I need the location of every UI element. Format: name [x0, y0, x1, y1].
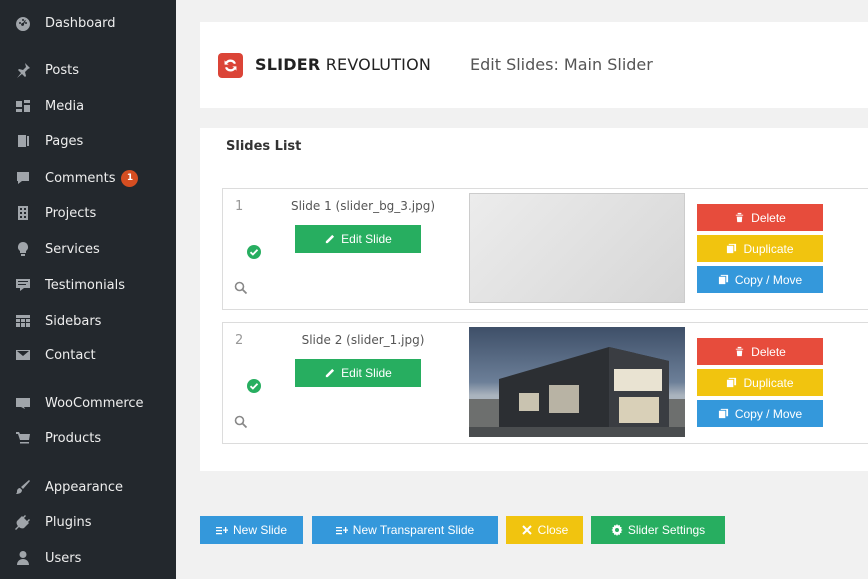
- sidebar-item-woocommerce[interactable]: WooCommerce: [0, 388, 176, 418]
- edit-slide-button[interactable]: Edit Slide: [295, 225, 421, 253]
- slide-name: Slide 1 (slider_bg_3.jpg): [290, 199, 436, 213]
- building-icon: [13, 203, 33, 223]
- published-check-icon[interactable]: [247, 379, 261, 393]
- sidebar-item-posts[interactable]: Posts: [0, 55, 176, 85]
- slide-number: 2: [235, 333, 244, 348]
- page-title: Edit Slides: Main Slider: [470, 55, 653, 74]
- sidebar-item-label: Pages: [45, 133, 84, 149]
- user-icon: [13, 548, 33, 568]
- pin-icon: [13, 60, 33, 80]
- add-list-icon: [335, 527, 348, 535]
- trash-icon: [735, 212, 744, 223]
- lightbulb-icon: [13, 239, 33, 259]
- sidebar-item-label: Users: [45, 550, 82, 566]
- gear-icon: [611, 524, 623, 536]
- sidebar-item-contact[interactable]: Contact: [0, 340, 176, 370]
- sidebar-item-label: Plugins: [45, 514, 92, 530]
- slider-header: SLIDER REVOLUTION Edit Slides: Main Slid…: [200, 22, 868, 108]
- sidebar-item-label: Contact: [45, 347, 96, 363]
- sidebar-item-dashboard[interactable]: Dashboard: [0, 8, 176, 38]
- pencil-icon: [325, 234, 335, 243]
- delete-slide-button[interactable]: Delete: [697, 204, 823, 231]
- slider-revolution-logo-text: SLIDER REVOLUTION: [255, 55, 432, 74]
- mail-icon: [13, 345, 33, 365]
- close-icon: [521, 525, 532, 535]
- sidebar-item-label: Comments: [45, 170, 116, 186]
- duplicate-slide-button[interactable]: Duplicate: [697, 235, 823, 262]
- preview-search-icon[interactable]: [234, 281, 248, 295]
- new-slide-button[interactable]: New Slide: [200, 516, 303, 544]
- sidebar-item-projects[interactable]: Projects: [0, 198, 176, 228]
- slide-name: Slide 2 (slider_1.jpg): [301, 333, 425, 347]
- trash-icon: [735, 346, 744, 357]
- sidebar-item-label: Projects: [45, 205, 97, 221]
- main-content: SLIDER REVOLUTION Edit Slides: Main Slid…: [176, 0, 868, 579]
- sidebar-item-label: Appearance: [45, 479, 124, 495]
- copy-move-slide-button[interactable]: Copy / Move: [697, 266, 823, 293]
- duplicate-icon: [727, 377, 737, 388]
- grid-icon: [13, 311, 33, 331]
- woocommerce-icon: [13, 393, 33, 413]
- sidebar-item-label: Media: [45, 98, 85, 114]
- pages-icon: [13, 131, 33, 151]
- slide-row: 2 Slide 2 (slider_1.jpg) Edit Slide Dele…: [222, 322, 868, 444]
- sidebar-item-label: Products: [45, 430, 102, 446]
- sidebar-item-comments[interactable]: Comments 1: [0, 163, 176, 193]
- sidebar-item-label: Sidebars: [45, 313, 102, 329]
- sidebar-item-appearance[interactable]: Appearance: [0, 472, 176, 502]
- slides-list-title: Slides List: [226, 139, 302, 154]
- house-photo: [469, 347, 685, 437]
- comment-icon: [13, 168, 33, 188]
- sidebar-item-label: Posts: [45, 62, 79, 78]
- preview-search-icon[interactable]: [234, 415, 248, 429]
- comment-count-badge: 1: [121, 169, 139, 187]
- slide-row: 1 Slide 1 (slider_bg_3.jpg) Edit Slide D…: [222, 188, 868, 310]
- pencil-icon: [325, 368, 335, 377]
- duplicate-icon: [727, 243, 737, 254]
- sidebar-item-pages[interactable]: Pages: [0, 126, 176, 156]
- slide-thumbnail[interactable]: [469, 193, 685, 303]
- slider-revolution-logo-icon: [218, 53, 243, 78]
- dashboard-icon: [13, 13, 33, 33]
- media-icon: [13, 96, 33, 116]
- add-list-icon: [215, 527, 228, 535]
- brush-icon: [13, 477, 33, 497]
- published-check-icon[interactable]: [247, 245, 261, 259]
- sidebar-item-sidebars[interactable]: Sidebars: [0, 306, 176, 336]
- sidebar-item-label: Testimonials: [45, 277, 126, 293]
- admin-sidebar: Dashboard Posts Media Pages Comments 1 P…: [0, 0, 176, 579]
- sidebar-item-products[interactable]: Products: [0, 423, 176, 453]
- sidebar-item-services[interactable]: Services: [0, 234, 176, 264]
- slide-number: 1: [235, 199, 244, 214]
- edit-slide-button[interactable]: Edit Slide: [295, 359, 421, 387]
- sidebar-item-testimonials[interactable]: Testimonials: [0, 270, 176, 300]
- plug-icon: [13, 512, 33, 532]
- close-button[interactable]: Close: [506, 516, 583, 544]
- sidebar-item-label: Services: [45, 241, 100, 257]
- new-transparent-slide-button[interactable]: New Transparent Slide: [312, 516, 498, 544]
- sidebar-item-label: Dashboard: [45, 15, 116, 31]
- cart-icon: [13, 428, 33, 448]
- testimonial-icon: [13, 275, 33, 295]
- sidebar-item-media[interactable]: Media: [0, 91, 176, 121]
- copy-move-slide-button[interactable]: Copy / Move: [697, 400, 823, 427]
- copy-icon: [718, 274, 728, 285]
- slides-list-panel: Slides List 1 Slide 1 (slider_bg_3.jpg) …: [200, 128, 868, 471]
- duplicate-slide-button[interactable]: Duplicate: [697, 369, 823, 396]
- slide-thumbnail[interactable]: [469, 327, 685, 437]
- slider-settings-button[interactable]: Slider Settings: [591, 516, 725, 544]
- sidebar-item-label: WooCommerce: [45, 395, 144, 411]
- delete-slide-button[interactable]: Delete: [697, 338, 823, 365]
- sidebar-item-plugins[interactable]: Plugins: [0, 507, 176, 537]
- sidebar-item-users[interactable]: Users: [0, 543, 176, 573]
- copy-icon: [718, 408, 728, 419]
